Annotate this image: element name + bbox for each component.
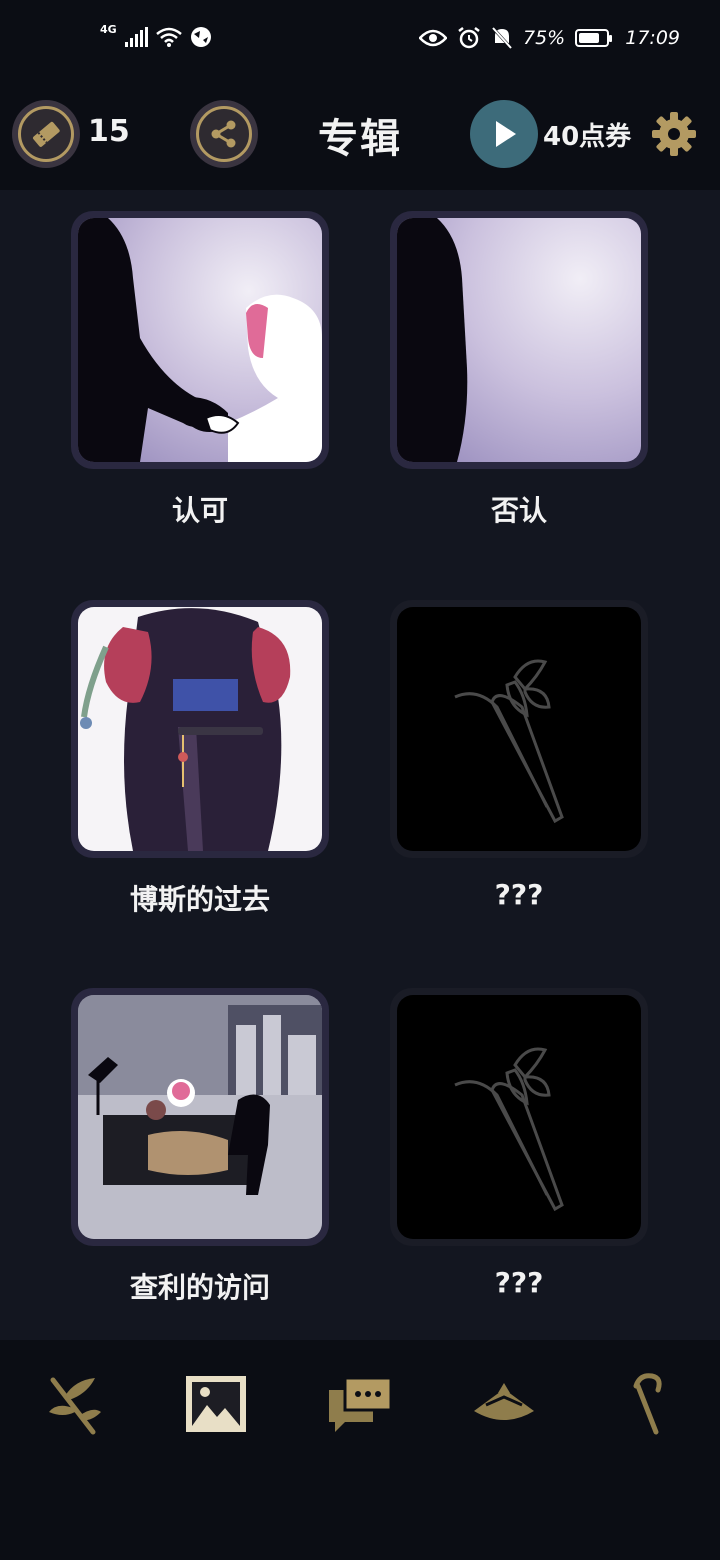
battery-percent: 75% <box>523 27 566 49</box>
album-image <box>397 995 641 1239</box>
gallery-icon <box>186 1376 246 1432</box>
battery-icon <box>575 29 613 47</box>
eye-icon <box>419 29 447 47</box>
hat-icon <box>474 1383 534 1420</box>
nav-item-cane[interactable] <box>610 1368 682 1440</box>
alarm-icon <box>458 27 480 49</box>
album-title: ??? <box>494 878 544 911</box>
album-thumbnail[interactable] <box>390 211 648 469</box>
network-type: 4G <box>100 22 117 36</box>
clock: 17:09 <box>625 27 680 49</box>
album-card[interactable]: 否认 <box>390 211 648 527</box>
play-icon <box>496 121 516 147</box>
album-thumbnail[interactable] <box>71 600 329 858</box>
bottom-nav <box>0 1340 720 1560</box>
nav-item-gallery[interactable] <box>180 1368 252 1440</box>
cane-icon <box>633 1373 662 1435</box>
album-title: 否认 <box>490 494 547 527</box>
album-thumbnail[interactable] <box>71 211 329 469</box>
mute-icon <box>491 26 513 50</box>
album-card[interactable]: 查利的访问 <box>71 988 329 1304</box>
album-thumbnail[interactable] <box>71 988 329 1246</box>
nav-item-chat[interactable] <box>324 1368 396 1440</box>
album-image <box>78 995 322 1239</box>
gear-icon[interactable] <box>650 110 698 158</box>
album-card-locked[interactable]: ??? <box>390 600 648 911</box>
flower-icon <box>454 659 564 824</box>
nav-item-branch[interactable] <box>37 1368 109 1440</box>
album-title: 博斯的过去 <box>129 883 270 916</box>
chat-icon <box>329 1376 393 1432</box>
album-card[interactable]: 认可 <box>71 211 329 527</box>
album-image <box>78 218 322 462</box>
branch-icon <box>49 1377 101 1435</box>
album-title: 认可 <box>171 494 228 527</box>
coupon-balance: 40点券 <box>543 122 632 152</box>
signal-icon <box>124 27 148 47</box>
album-thumbnail[interactable] <box>390 600 648 858</box>
album-title: 查利的访问 <box>129 1271 270 1304</box>
album-image <box>397 218 641 462</box>
wifi-icon <box>155 27 182 47</box>
album-image <box>397 607 641 851</box>
album-title: ??? <box>494 1266 544 1299</box>
globe-icon <box>190 27 211 47</box>
album-card[interactable]: 博斯的过去 <box>71 600 329 916</box>
album-image <box>78 607 322 851</box>
album-card-locked[interactable]: ??? <box>390 988 648 1299</box>
play-ad-button[interactable] <box>470 100 538 168</box>
status-bar: 4G 75% 17:09 <box>0 0 720 78</box>
nav-item-hat[interactable] <box>468 1368 540 1440</box>
album-thumbnail[interactable] <box>390 988 648 1246</box>
header: 15 专辑 40点券 <box>0 78 720 190</box>
flower-icon <box>454 1047 564 1212</box>
